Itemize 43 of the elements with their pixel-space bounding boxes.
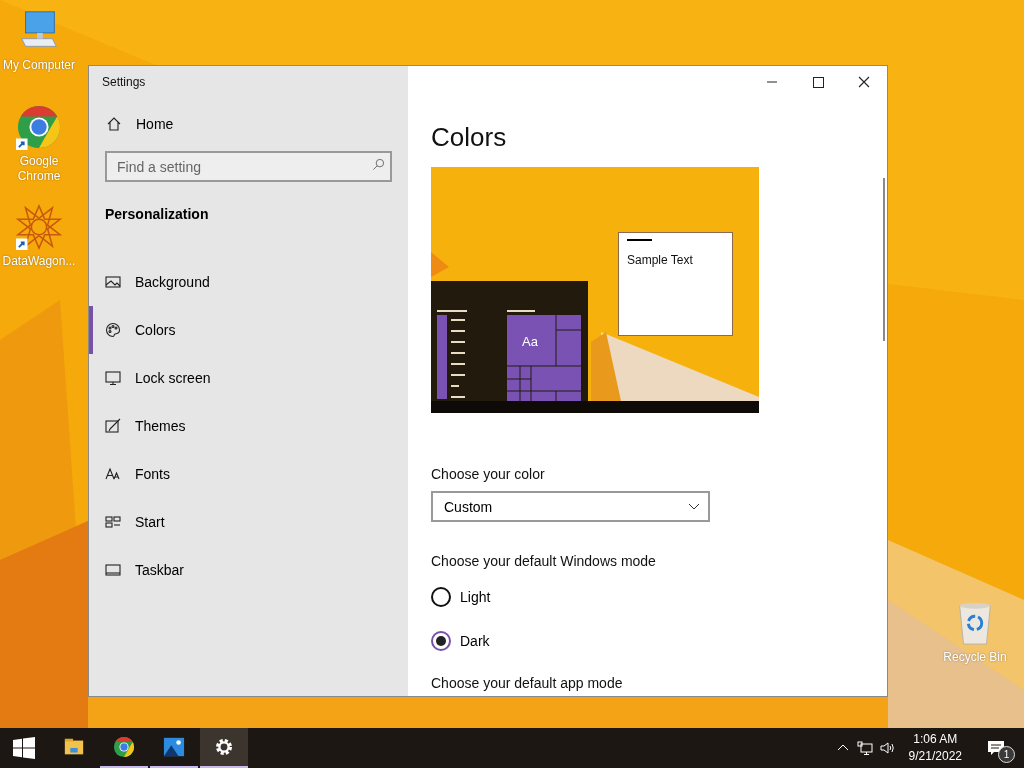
radio-option[interactable]: Light xyxy=(431,581,491,613)
nav-item[interactable]: Fonts xyxy=(89,450,408,498)
network-icon[interactable] xyxy=(856,740,873,756)
picture-icon xyxy=(105,274,121,290)
scrollbar[interactable] xyxy=(883,178,885,341)
nav-item[interactable]: Themes xyxy=(89,402,408,450)
radio-button[interactable] xyxy=(431,631,451,651)
clock[interactable]: 1:06 AM 9/21/2022 xyxy=(908,731,962,765)
field-label: Choose your default app mode xyxy=(431,675,623,691)
section-heading: Personalization xyxy=(105,206,210,222)
sample-text: Sample Text xyxy=(627,253,694,267)
nav-item[interactable]: Colors xyxy=(89,306,408,354)
radio-button[interactable] xyxy=(431,587,451,607)
nav-item[interactable]: Lock screen xyxy=(89,354,408,402)
nav-item[interactable]: Taskbar xyxy=(89,546,408,594)
monitor-icon xyxy=(105,370,121,386)
start-icon xyxy=(105,514,121,530)
chrome-icon xyxy=(113,736,135,758)
field-label: Choose your default Windows mode xyxy=(431,553,656,569)
field-label: Choose your color xyxy=(431,466,545,482)
taskbar-icon xyxy=(105,562,121,578)
home-link[interactable]: Home xyxy=(106,116,408,132)
notification-badge: 1 xyxy=(998,746,1015,763)
nav-item[interactable]: Background xyxy=(89,258,408,306)
home-icon xyxy=(106,116,122,132)
fonts-icon xyxy=(105,466,121,482)
tile-label: Aa xyxy=(522,334,538,349)
radio-option[interactable]: Dark xyxy=(431,625,490,657)
window-title: Settings xyxy=(102,75,147,89)
page-heading: Colors xyxy=(431,122,507,153)
search-field[interactable]: Find a setting xyxy=(105,151,392,182)
gear-icon xyxy=(213,736,235,758)
chevron-icon xyxy=(688,502,700,511)
speaker-icon[interactable] xyxy=(878,740,895,756)
brush-icon xyxy=(105,418,121,434)
color-dropdown[interactable]: Custom xyxy=(431,491,710,522)
search-icon xyxy=(372,158,385,171)
palette-icon xyxy=(105,322,121,338)
nav-item[interactable]: Start xyxy=(89,498,408,546)
settings-taskbar-button[interactable] xyxy=(200,728,248,768)
photo-icon xyxy=(163,736,185,758)
chrome-icon[interactable] xyxy=(16,104,62,150)
star-pattern-icon[interactable] xyxy=(16,204,62,250)
